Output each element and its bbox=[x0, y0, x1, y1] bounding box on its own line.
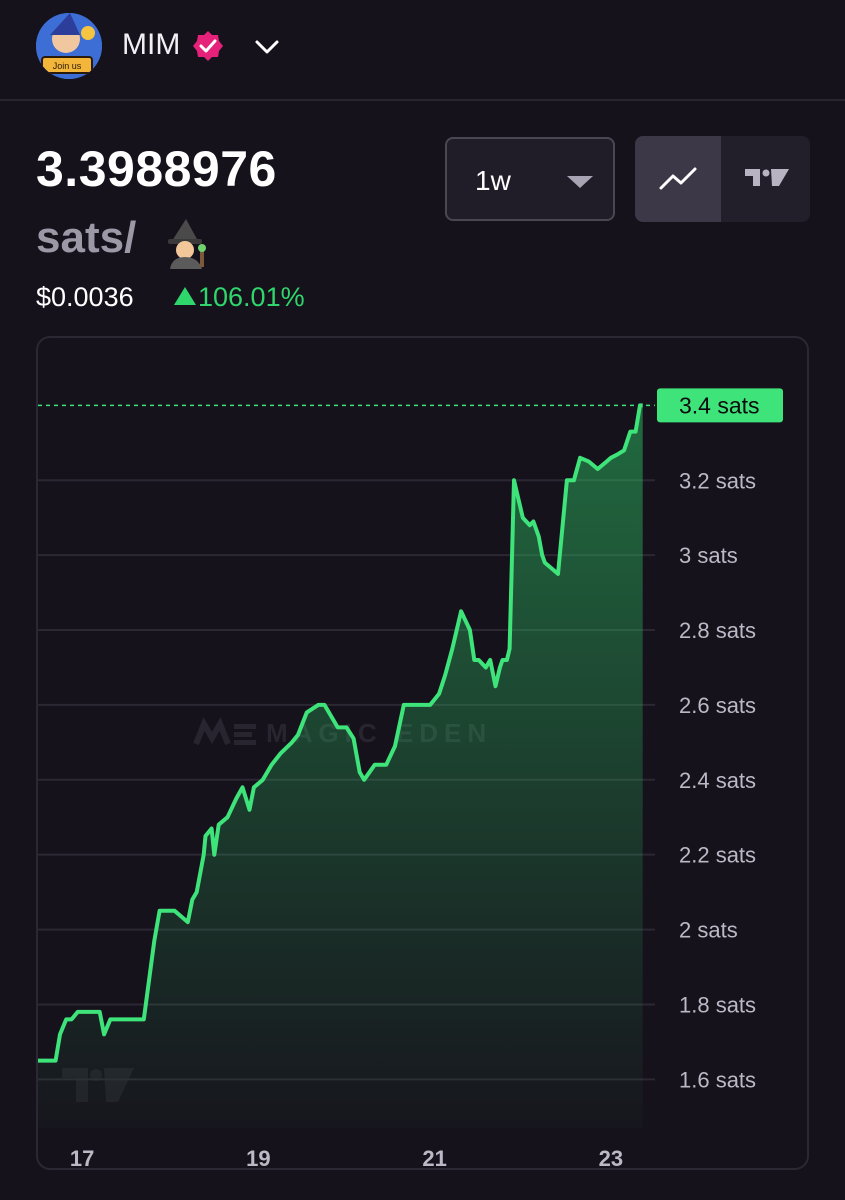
up-triangle-icon bbox=[174, 287, 196, 305]
line-chart-icon bbox=[659, 167, 697, 190]
y-tick-label: 2.4 sats bbox=[679, 768, 756, 793]
line-chart-button[interactable] bbox=[635, 136, 721, 222]
token-price: 3.3988976 bbox=[36, 141, 277, 197]
current-price-label: 3.4 sats bbox=[679, 392, 760, 418]
y-tick-label: 2.2 sats bbox=[679, 843, 756, 868]
caret-down-icon bbox=[567, 176, 593, 188]
y-tick-label: 2.8 sats bbox=[679, 618, 756, 643]
token-avatar[interactable]: Join us bbox=[36, 13, 102, 79]
price-change: 106.01% bbox=[174, 282, 305, 313]
price-unit: sats/ bbox=[36, 213, 137, 262]
tradingview-chart-button[interactable] bbox=[724, 136, 810, 222]
usd-price: $0.0036 bbox=[36, 282, 134, 312]
price-change-value: 106.01% bbox=[198, 282, 305, 312]
y-tick-label: 3.2 sats bbox=[679, 468, 756, 493]
x-axis: 17 19 21 23 bbox=[70, 1146, 623, 1171]
y-tick-label: 1.6 sats bbox=[679, 1067, 756, 1092]
y-tick-label: 2.6 sats bbox=[679, 693, 756, 718]
chart-type-toggle bbox=[635, 136, 810, 222]
y-tick-label: 2 sats bbox=[679, 918, 738, 943]
wizard-avatar-icon: Join us bbox=[36, 13, 102, 79]
y-tick-label: 1.8 sats bbox=[679, 992, 756, 1017]
x-tick-label: 23 bbox=[599, 1146, 623, 1168]
token-name[interactable]: MIM bbox=[122, 28, 180, 62]
x-tick-label: 19 bbox=[246, 1146, 270, 1168]
avatar-caption: Join us bbox=[53, 61, 82, 71]
price-chart-svg[interactable]: MAGIC EDEN 3.2 sats3 sats2.8 sats2.6 sat… bbox=[38, 338, 807, 1171]
wizard-emoji-icon bbox=[168, 219, 206, 269]
x-tick-label: 17 bbox=[70, 1146, 94, 1168]
verified-badge-icon bbox=[193, 31, 223, 61]
tradingview-logo-icon bbox=[745, 169, 789, 186]
chevron-down-icon[interactable] bbox=[252, 33, 282, 61]
current-price-tag: 3.4 sats bbox=[657, 388, 783, 423]
y-tick-label: 3 sats bbox=[679, 543, 738, 568]
timeframe-value: 1w bbox=[475, 165, 511, 196]
timeframe-select[interactable]: 1w bbox=[445, 137, 615, 221]
y-axis: 3.2 sats 3 sats 2.8 sats 2.6 sats 2.4 sats 2.… bbox=[679, 468, 756, 1092]
token-header: Join us MIM bbox=[0, 0, 845, 101]
price-chart[interactable]: MAGIC EDEN 3.2 sats 3 sats 2.8 sats 2.6 sat… bbox=[36, 336, 809, 1171]
x-tick-label: 21 bbox=[422, 1146, 446, 1168]
